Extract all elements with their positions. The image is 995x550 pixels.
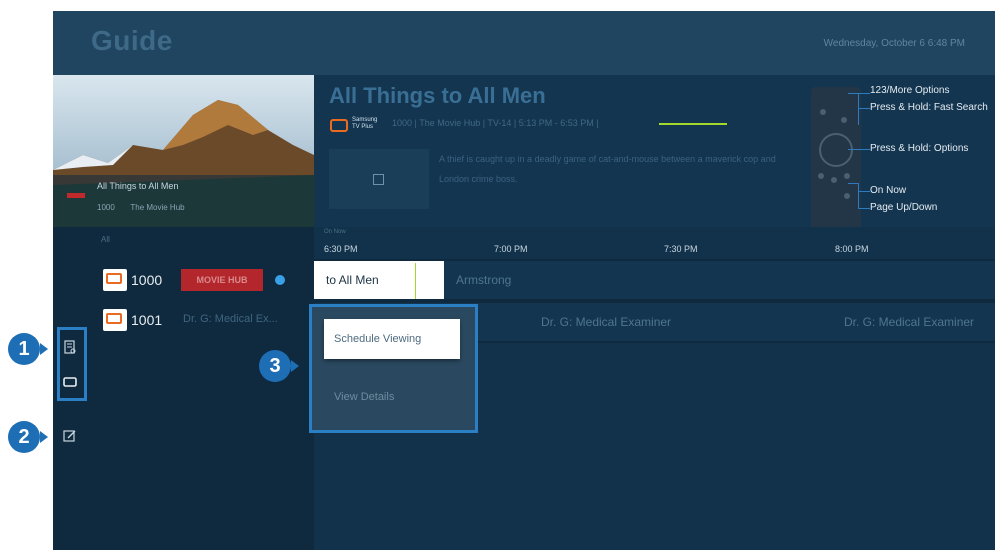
program-meta: 1000 | The Movie Hub | TV-14 | 5:13 PM -…: [392, 118, 599, 128]
callout-line: [848, 149, 870, 150]
channel-name: Dr. G: Medical Ex...: [183, 313, 278, 325]
callout-badge-2: 2: [8, 421, 40, 453]
program-cell[interactable]: Dr. G: Medical Examiner: [844, 315, 974, 329]
callout-badge-pointer: [291, 360, 299, 372]
channel-logo-movie-hub: MOVIE HUB: [181, 269, 263, 291]
view-details-button[interactable]: View Details: [334, 391, 394, 403]
preview-meta: 1000 The Movie Hub: [97, 203, 185, 212]
preview-network: The Movie Hub: [130, 203, 185, 212]
sidebar-highlight: [57, 327, 87, 401]
preview-title: All Things to All Men: [97, 181, 179, 191]
channel-button-icon: [844, 193, 850, 199]
program-thumbnail: [329, 149, 429, 209]
directional-pad-icon: [819, 133, 853, 167]
network-logo-text: Samsung TV Plus: [352, 117, 378, 130]
time-tick: 8:00 PM: [835, 244, 869, 254]
timeline-header: On Now 6:30 PM 7:00 PM 7:30 PM 8:00 PM: [314, 227, 995, 259]
channel-list: All 1000 MOVIE HUB 1001 Dr. G: Medical E…: [93, 227, 314, 550]
callout-line: [858, 108, 870, 109]
preview-channel: 1000: [97, 203, 115, 212]
callout-fast-search: Press & Hold: Fast Search: [870, 102, 988, 113]
top-bar: Guide Wednesday, October 6 6:48 PM: [53, 11, 995, 75]
schedule-viewing-button[interactable]: Schedule Viewing: [324, 319, 460, 359]
callout-line: [858, 191, 870, 192]
program-description: A thief is caught up in a deadly game of…: [439, 154, 776, 184]
program-options-menu: Schedule Viewing View Details: [309, 304, 478, 433]
callout-badge-pointer: [40, 431, 48, 443]
callout-line: [848, 93, 870, 94]
callout-line: [858, 93, 859, 125]
program-cell[interactable]: Armstrong: [456, 273, 511, 287]
time-tick: 7:30 PM: [664, 244, 698, 254]
play-pause-button-icon: [844, 173, 850, 179]
remote-control-illustration: [811, 87, 861, 229]
clock: Wednesday, October 6 6:48 PM: [823, 38, 965, 49]
program-cell[interactable]: Dr. G: Medical Examiner: [541, 315, 671, 329]
back-button-icon: [818, 173, 824, 179]
callout-line: [858, 183, 859, 208]
schedule-viewing-label: Schedule Viewing: [334, 333, 422, 345]
callout-options: Press & Hold: Options: [870, 143, 969, 154]
samsung-tv-plus-icon: [103, 309, 127, 331]
channel-list-header: All: [101, 235, 110, 244]
channel-number: 1000: [131, 272, 163, 288]
play-icon: [373, 174, 384, 185]
callout-badge-pointer: [40, 343, 48, 355]
time-tick: 6:30 PM: [324, 244, 358, 254]
program-cell-label: to All Men: [326, 273, 379, 287]
samsung-tv-plus-icon: [103, 269, 127, 291]
channel-row[interactable]: 1001 Dr. G: Medical Ex...: [103, 305, 313, 335]
program-progress-bar: [659, 123, 727, 125]
edit-channels-icon[interactable]: [63, 429, 77, 443]
channel-list-icon[interactable]: [63, 375, 77, 389]
callout-more-options: 123/More Options: [870, 85, 950, 96]
favorite-check-icon: [275, 275, 285, 285]
callout-line: [848, 183, 858, 184]
samsung-tv-plus-icon: [330, 119, 348, 132]
home-button-icon: [831, 177, 837, 183]
callout-page-up-down: Page Up/Down: [870, 202, 938, 213]
channel-filter-icon[interactable]: [63, 340, 77, 354]
now-indicator: [415, 263, 416, 299]
callout-line: [858, 208, 870, 209]
now-label: On Now: [324, 229, 346, 235]
program-cell-selected[interactable]: to All Men: [314, 261, 444, 299]
channel-row[interactable]: 1000 MOVIE HUB: [103, 265, 313, 295]
channel-number: 1001: [131, 312, 163, 328]
live-preview[interactable]: All Things to All Men 1000 The Movie Hub: [53, 75, 314, 227]
time-tick: 7:00 PM: [494, 244, 528, 254]
preview-channel-badge: [67, 193, 85, 198]
page-title: Guide: [91, 25, 173, 56]
callout-badge-1: 1: [8, 333, 40, 365]
callout-badge-3: 3: [259, 350, 291, 382]
program-title: All Things to All Men: [329, 83, 546, 108]
number-button-icon: [820, 109, 826, 115]
mic-button-icon: [841, 117, 847, 123]
callout-on-now: On Now: [870, 185, 907, 196]
tv-screen: Guide Wednesday, October 6 6:48 PM All T…: [53, 11, 995, 550]
